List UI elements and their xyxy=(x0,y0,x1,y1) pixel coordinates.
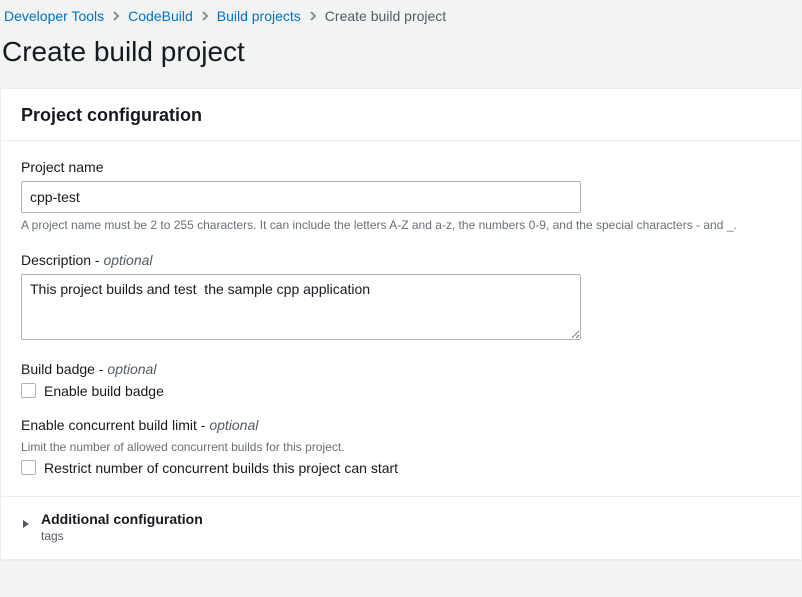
additional-configuration-subtitle: tags xyxy=(41,529,203,543)
project-name-label: Project name xyxy=(21,159,781,175)
project-name-input[interactable] xyxy=(21,181,581,213)
breadcrumb: Developer Tools CodeBuild Build projects… xyxy=(0,0,802,32)
project-name-help: A project name must be 2 to 255 characte… xyxy=(21,217,781,234)
description-optional-text: optional xyxy=(103,252,152,268)
restrict-concurrent-checkbox-label: Restrict number of concurrent builds thi… xyxy=(44,460,398,476)
page-title: Create build project xyxy=(0,32,802,88)
project-name-group: Project name A project name must be 2 to… xyxy=(21,159,781,234)
breadcrumb-link-build-projects[interactable]: Build projects xyxy=(217,8,301,24)
description-group: Description - optional xyxy=(21,252,781,343)
restrict-concurrent-checkbox[interactable] xyxy=(21,460,36,475)
enable-build-badge-checkbox-label: Enable build badge xyxy=(44,383,164,399)
caret-right-icon xyxy=(21,516,31,532)
breadcrumb-link-developer-tools[interactable]: Developer Tools xyxy=(4,8,104,24)
additional-configuration-title: Additional configuration xyxy=(41,511,203,527)
chevron-right-icon xyxy=(199,10,211,22)
build-badge-optional-text: optional xyxy=(107,361,156,377)
project-configuration-panel: Project configuration Project name A pro… xyxy=(0,88,802,560)
description-label-text: Description - xyxy=(21,252,103,268)
breadcrumb-current: Create build project xyxy=(325,8,446,24)
additional-configuration-toggle[interactable]: Additional configuration tags xyxy=(21,511,781,543)
concurrent-limit-label: Enable concurrent build limit - optional xyxy=(21,417,781,433)
concurrent-limit-optional-text: optional xyxy=(209,417,258,433)
concurrent-limit-help: Limit the number of allowed concurrent b… xyxy=(21,439,781,456)
build-badge-label: Build badge - optional xyxy=(21,361,781,377)
build-badge-label-text: Build badge - xyxy=(21,361,107,377)
build-badge-group: Build badge - optional Enable build badg… xyxy=(21,361,781,399)
description-label: Description - optional xyxy=(21,252,781,268)
concurrent-limit-group: Enable concurrent build limit - optional… xyxy=(21,417,781,476)
description-textarea[interactable] xyxy=(21,274,581,340)
concurrent-limit-label-text: Enable concurrent build limit - xyxy=(21,417,209,433)
panel-header: Project configuration xyxy=(1,89,801,141)
enable-build-badge-checkbox[interactable] xyxy=(21,383,36,398)
panel-footer: Additional configuration tags xyxy=(1,496,801,559)
chevron-right-icon xyxy=(307,10,319,22)
breadcrumb-link-codebuild[interactable]: CodeBuild xyxy=(128,8,193,24)
panel-title: Project configuration xyxy=(21,105,781,126)
chevron-right-icon xyxy=(110,10,122,22)
